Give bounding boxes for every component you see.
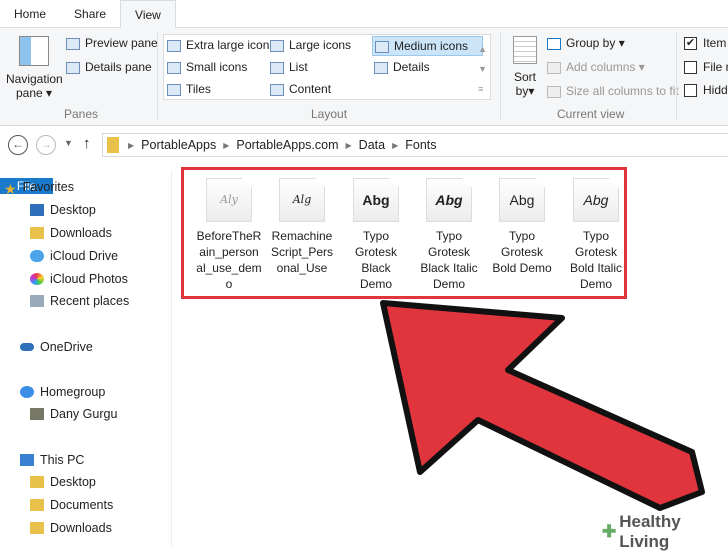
watermark: ✚ Healthy Living xyxy=(596,512,728,551)
plus-icon: ✚ xyxy=(602,522,617,541)
pointer-arrow xyxy=(380,300,705,511)
